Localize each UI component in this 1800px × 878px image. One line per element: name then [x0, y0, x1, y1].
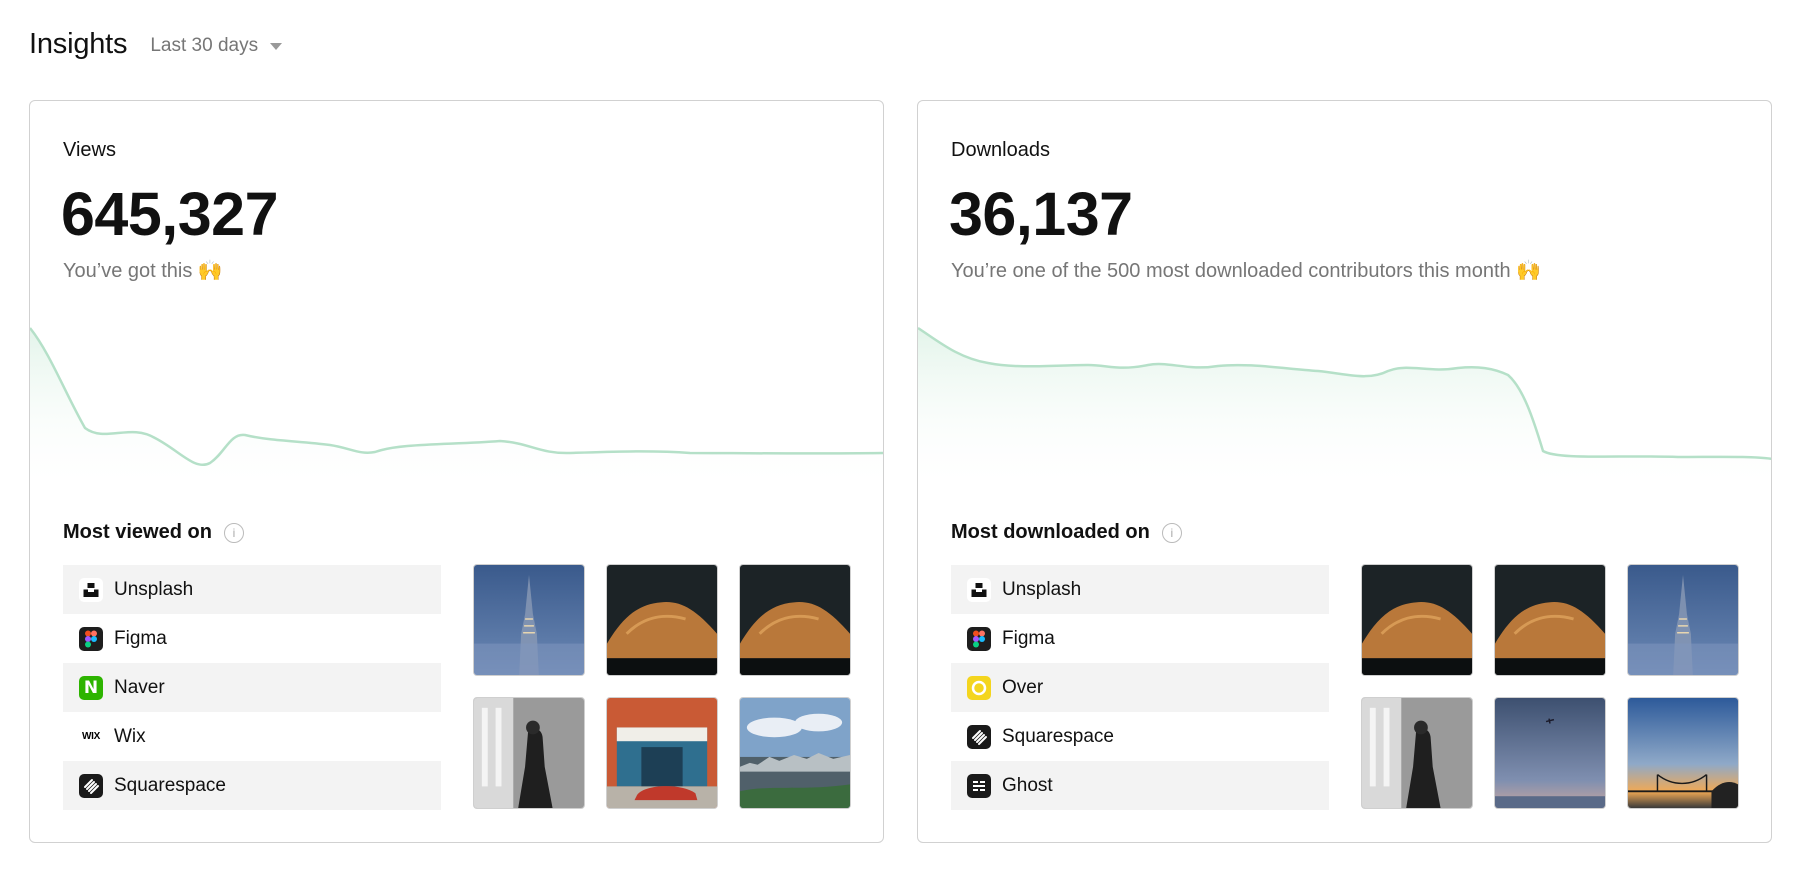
naver-icon: N	[79, 675, 103, 700]
downloads-platform-list: Unsplash Figma Over Squarespace Ghost	[951, 565, 1329, 810]
views-sparkline	[30, 327, 883, 493]
over-icon	[967, 675, 991, 700]
list-item-naver[interactable]: N Naver	[63, 663, 441, 712]
caret-down-icon	[270, 42, 283, 50]
views-card: Views 645,327 You’ve got this 🙌 Most vie…	[29, 100, 884, 843]
platform-label: Figma	[114, 627, 167, 649]
downloads-thumbnail-grid	[1361, 564, 1739, 809]
figma-icon	[79, 626, 103, 651]
unsplash-icon	[967, 577, 991, 602]
platform-label: Squarespace	[114, 774, 226, 796]
figma-icon	[967, 626, 991, 651]
platform-label: Squarespace	[1002, 725, 1114, 747]
mountain-at-night-photo[interactable]	[739, 564, 851, 676]
most-viewed-title: Most viewed on i	[63, 521, 244, 544]
list-item-wix[interactable]: WIX Wix	[63, 712, 441, 761]
list-item-figma[interactable]: Figma	[951, 614, 1329, 663]
platform-label: Unsplash	[114, 578, 194, 600]
downloads-sparkline-area	[918, 328, 1771, 493]
platform-label: Figma	[1002, 627, 1055, 649]
downloads-label: Downloads	[951, 139, 1050, 161]
date-range-label: Last 30 days	[150, 35, 259, 56]
downloads-card: Downloads 36,137 You’re one of the 500 m…	[917, 100, 1772, 843]
most-viewed-label: Most viewed on	[63, 521, 212, 543]
golden-gate-sunset-photo[interactable]	[1627, 697, 1739, 809]
list-item-over[interactable]: Over	[951, 663, 1329, 712]
ghost-icon	[967, 773, 991, 798]
views-subtext: You’ve got this 🙌	[63, 260, 223, 282]
page-title: Insights	[29, 27, 128, 60]
downloads-subtext: You’re one of the 500 most downloaded co…	[951, 260, 1542, 282]
mountain-at-night-photo[interactable]	[606, 564, 718, 676]
platform-label: Unsplash	[1002, 578, 1082, 600]
mountain-at-night-photo[interactable]	[1361, 564, 1473, 676]
info-icon[interactable]: i	[1161, 522, 1182, 543]
views-count: 645,327	[61, 180, 279, 248]
views-thumbnail-grid	[473, 564, 851, 809]
list-item-unsplash[interactable]: Unsplash	[951, 565, 1329, 614]
list-item-figma[interactable]: Figma	[63, 614, 441, 663]
city-skyline-photo[interactable]	[739, 697, 851, 809]
mountain-at-night-photo[interactable]	[1494, 564, 1606, 676]
unsplash-icon	[79, 577, 103, 602]
page-header: Insights Last 30 days	[29, 26, 283, 62]
most-downloaded-title: Most downloaded on i	[951, 521, 1182, 544]
platform-label: Wix	[114, 725, 146, 747]
list-item-unsplash[interactable]: Unsplash	[63, 565, 441, 614]
views-platform-list: Unsplash Figma N Naver WIX Wix Squarespa…	[63, 565, 441, 810]
list-item-squarespace[interactable]: Squarespace	[63, 761, 441, 810]
spire-in-fog-photo[interactable]	[473, 564, 585, 676]
list-item-ghost[interactable]: Ghost	[951, 761, 1329, 810]
person-in-corridor-bw-photo[interactable]	[473, 697, 585, 809]
wix-icon: WIX	[79, 724, 103, 749]
downloads-sparkline	[918, 326, 1771, 493]
platform-label: Ghost	[1002, 774, 1053, 796]
info-icon[interactable]: i	[223, 522, 244, 543]
storefront-with-red-car-photo[interactable]	[606, 697, 718, 809]
spire-in-fog-photo[interactable]	[1627, 564, 1739, 676]
list-item-squarespace[interactable]: Squarespace	[951, 712, 1329, 761]
date-range-dropdown[interactable]: Last 30 days	[150, 31, 283, 57]
dusk-sky-photo[interactable]	[1494, 697, 1606, 809]
person-in-corridor-bw-photo[interactable]	[1361, 697, 1473, 809]
downloads-count: 36,137	[949, 180, 1133, 248]
most-downloaded-label: Most downloaded on	[951, 521, 1150, 543]
squarespace-icon	[967, 724, 991, 749]
views-sparkline-area	[30, 328, 883, 493]
views-label: Views	[63, 139, 116, 161]
platform-label: Over	[1002, 676, 1044, 698]
squarespace-icon	[79, 773, 103, 798]
platform-label: Naver	[114, 676, 165, 698]
